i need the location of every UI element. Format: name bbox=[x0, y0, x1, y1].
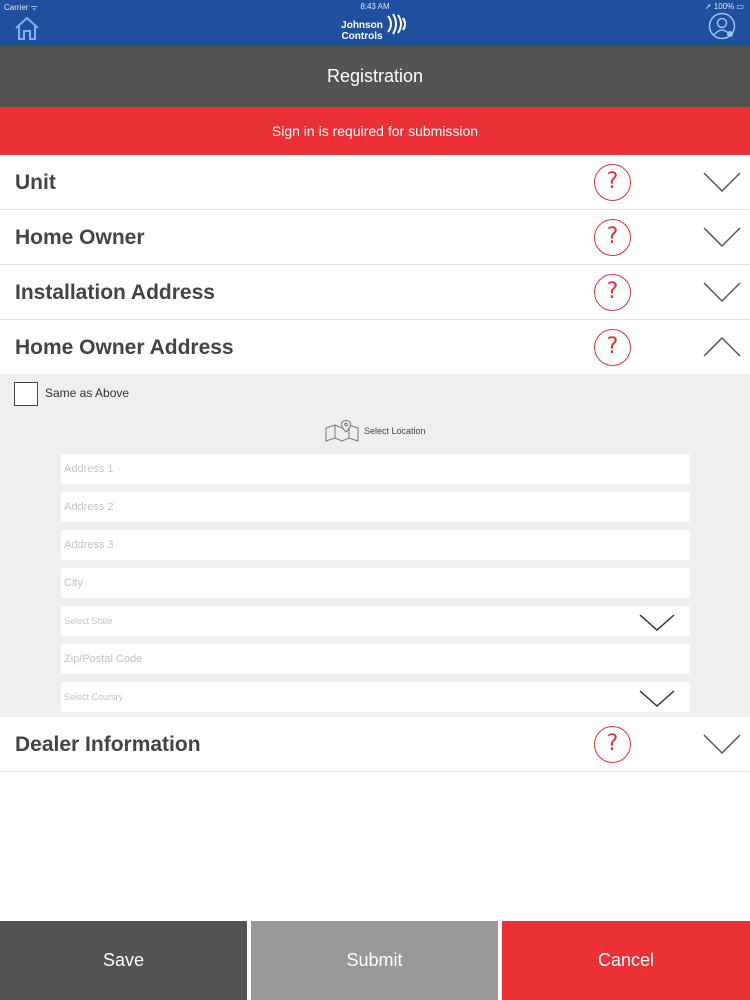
chevron-down-icon bbox=[639, 614, 675, 631]
address2-placeholder: Address 2 bbox=[64, 501, 114, 513]
address2-field[interactable]: Address 2 bbox=[61, 492, 690, 522]
section-dealer-information[interactable]: Dealer Information ? bbox=[0, 717, 750, 772]
address3-placeholder: Address 3 bbox=[64, 539, 114, 551]
chevron-down-icon[interactable] bbox=[703, 226, 741, 248]
zip-placeholder: Zip/Postal Code bbox=[64, 653, 143, 665]
state-placeholder: Select State bbox=[64, 616, 113, 626]
section-title: Dealer Information bbox=[15, 733, 201, 756]
help-icon[interactable]: ? bbox=[594, 726, 631, 763]
section-title: Unit bbox=[15, 171, 56, 194]
logo-line2: Controls bbox=[341, 31, 383, 42]
section-home-owner-address[interactable]: Home Owner Address ? bbox=[0, 320, 750, 375]
profile-button[interactable] bbox=[708, 12, 736, 40]
home-icon bbox=[15, 16, 39, 40]
submit-button[interactable]: Submit bbox=[251, 921, 498, 1000]
state-select[interactable]: Select State bbox=[61, 606, 690, 636]
section-installation-address[interactable]: Installation Address ? bbox=[0, 265, 750, 320]
same-as-above-label: Same as Above bbox=[45, 386, 130, 400]
country-select[interactable]: Select Country bbox=[61, 682, 690, 712]
chevron-down-icon[interactable] bbox=[703, 281, 741, 303]
help-icon[interactable]: ? bbox=[594, 329, 631, 366]
logo-wordmark: Johnson Controls bbox=[332, 20, 392, 42]
select-location-label: Select Location bbox=[364, 426, 426, 436]
top-navigation-bar: Carrier ᯤ 8:43 AM ➚ 100% ▭ Johnson Contr… bbox=[0, 0, 750, 46]
cancel-button[interactable]: Cancel bbox=[502, 921, 750, 1000]
zip-postal-code-field[interactable]: Zip/Postal Code bbox=[61, 644, 690, 674]
city-field[interactable]: City bbox=[61, 568, 690, 598]
logo-line1: Johnson bbox=[341, 20, 383, 31]
logo-mark-icon bbox=[387, 13, 406, 35]
help-icon[interactable]: ? bbox=[594, 219, 631, 256]
chevron-down-icon[interactable] bbox=[703, 733, 741, 755]
city-placeholder: City bbox=[64, 577, 83, 589]
sign-in-alert-banner: Sign in is required for submission bbox=[0, 107, 750, 155]
section-title: Home Owner Address bbox=[15, 336, 234, 359]
section-unit[interactable]: Unit ? bbox=[0, 155, 750, 210]
section-title: Installation Address bbox=[15, 281, 215, 304]
johnson-controls-logo: Johnson Controls bbox=[332, 12, 422, 44]
address1-placeholder: Address 1 bbox=[64, 463, 114, 475]
chevron-down-icon bbox=[639, 690, 675, 707]
chevron-down-icon[interactable] bbox=[703, 171, 741, 193]
home-owner-address-form: Same as Above Select Location Address 1 … bbox=[0, 374, 750, 717]
section-home-owner[interactable]: Home Owner ? bbox=[0, 210, 750, 265]
battery-text: ➚ 100% ▭ bbox=[704, 2, 744, 11]
section-title: Home Owner bbox=[15, 226, 145, 249]
save-button[interactable]: Save bbox=[0, 921, 247, 1000]
help-icon[interactable]: ? bbox=[594, 274, 631, 311]
country-placeholder: Select Country bbox=[64, 692, 124, 702]
address3-field[interactable]: Address 3 bbox=[61, 530, 690, 560]
home-button[interactable] bbox=[14, 15, 40, 41]
help-icon[interactable]: ? bbox=[594, 164, 631, 201]
clock-text: 8:43 AM bbox=[360, 2, 390, 11]
chevron-up-icon[interactable] bbox=[703, 336, 741, 358]
map-pin-icon bbox=[325, 420, 359, 442]
address1-field[interactable]: Address 1 bbox=[61, 454, 690, 484]
same-as-above-checkbox[interactable] bbox=[14, 382, 38, 406]
footer-action-bar: Save Submit Cancel bbox=[0, 921, 750, 1000]
user-profile-icon bbox=[708, 12, 736, 40]
page-title: Registration bbox=[0, 46, 750, 107]
